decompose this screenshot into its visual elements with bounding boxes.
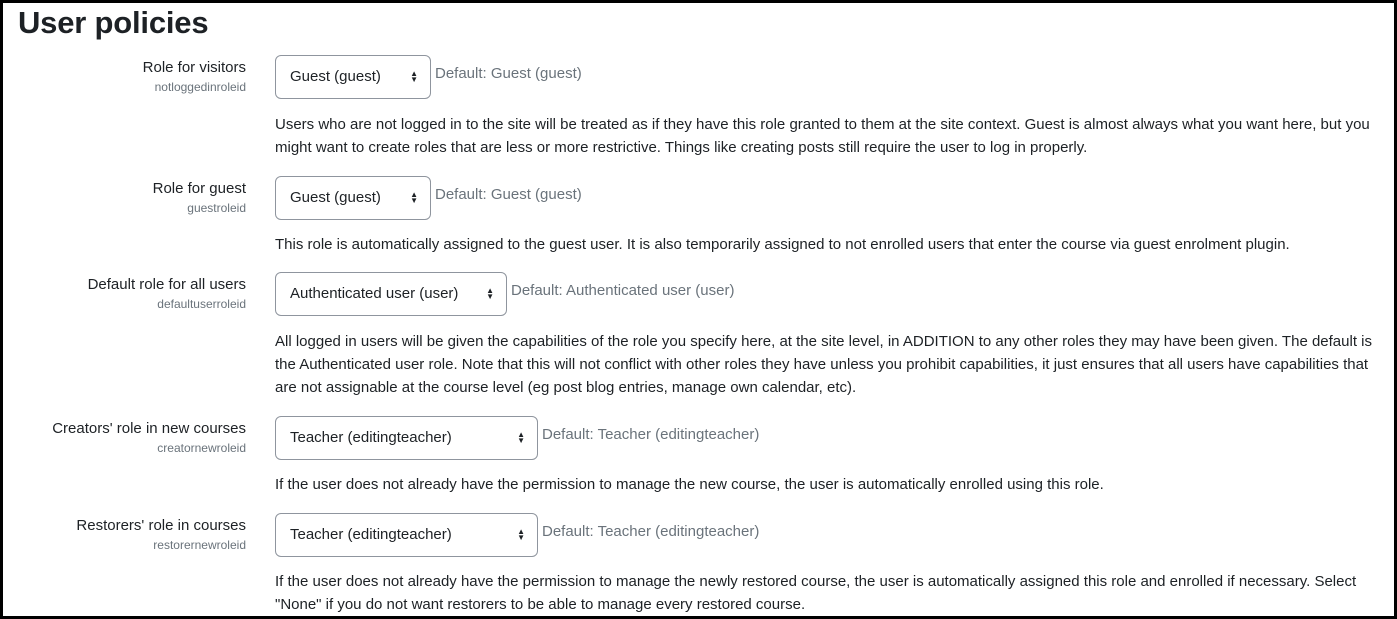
setting-label: Restorers' role in courses — [76, 517, 246, 534]
select-value: Authenticated user (user) — [290, 285, 459, 302]
updown-caret-icon: ▲ ▼ — [517, 430, 525, 446]
select-value: Teacher (editingteacher) — [290, 526, 452, 543]
setting-varname: defaultuserroleid — [157, 297, 246, 311]
setting-label: Creators' role in new courses — [52, 420, 246, 437]
role-select-guestroleid[interactable]: Guest (guest) ▲ ▼ — [275, 176, 431, 220]
default-value: Default: Teacher (editingteacher) — [542, 523, 760, 540]
role-select-notloggedinroleid[interactable]: Guest (guest) ▲ ▼ — [275, 55, 431, 99]
setting-description: All logged in users will be given the ca… — [275, 333, 1372, 396]
select-value: Teacher (editingteacher) — [290, 429, 452, 446]
default-value: Default: Authenticated user (user) — [511, 282, 735, 299]
settings-panel: User policies Role for visitors notlogge… — [0, 0, 1397, 619]
setting-label: Role for guest — [152, 180, 246, 197]
setting-label: Role for visitors — [142, 59, 246, 76]
setting-varname: guestroleid — [187, 201, 246, 215]
select-value: Guest (guest) — [290, 189, 381, 206]
updown-caret-icon: ▲ ▼ — [410, 69, 418, 85]
setting-description: If the user does not already have the pe… — [275, 476, 1104, 493]
role-select-defaultuserroleid[interactable]: Authenticated user (user) ▲ ▼ — [275, 272, 507, 316]
setting-label: Default role for all users — [87, 276, 246, 293]
default-value: Default: Guest (guest) — [435, 65, 582, 82]
setting-varname: creatornewroleid — [157, 441, 246, 455]
default-value: Default: Teacher (editingteacher) — [542, 426, 760, 443]
setting-description: If the user does not already have the pe… — [275, 573, 1357, 613]
default-value: Default: Guest (guest) — [435, 186, 582, 203]
page-title: User policies — [18, 5, 209, 40]
select-value: Guest (guest) — [290, 68, 381, 85]
updown-caret-icon: ▲ ▼ — [486, 286, 494, 302]
setting-description: This role is automatically assigned to t… — [275, 236, 1290, 253]
updown-caret-icon: ▲ ▼ — [410, 190, 418, 206]
setting-varname: restorernewroleid — [153, 538, 246, 552]
role-select-creatornewroleid[interactable]: Teacher (editingteacher) ▲ ▼ — [275, 416, 538, 460]
setting-description: Users who are not logged in to the site … — [275, 116, 1370, 156]
role-select-restorernewroleid[interactable]: Teacher (editingteacher) ▲ ▼ — [275, 513, 538, 557]
updown-caret-icon: ▲ ▼ — [517, 527, 525, 543]
setting-varname: notloggedinroleid — [154, 80, 246, 94]
